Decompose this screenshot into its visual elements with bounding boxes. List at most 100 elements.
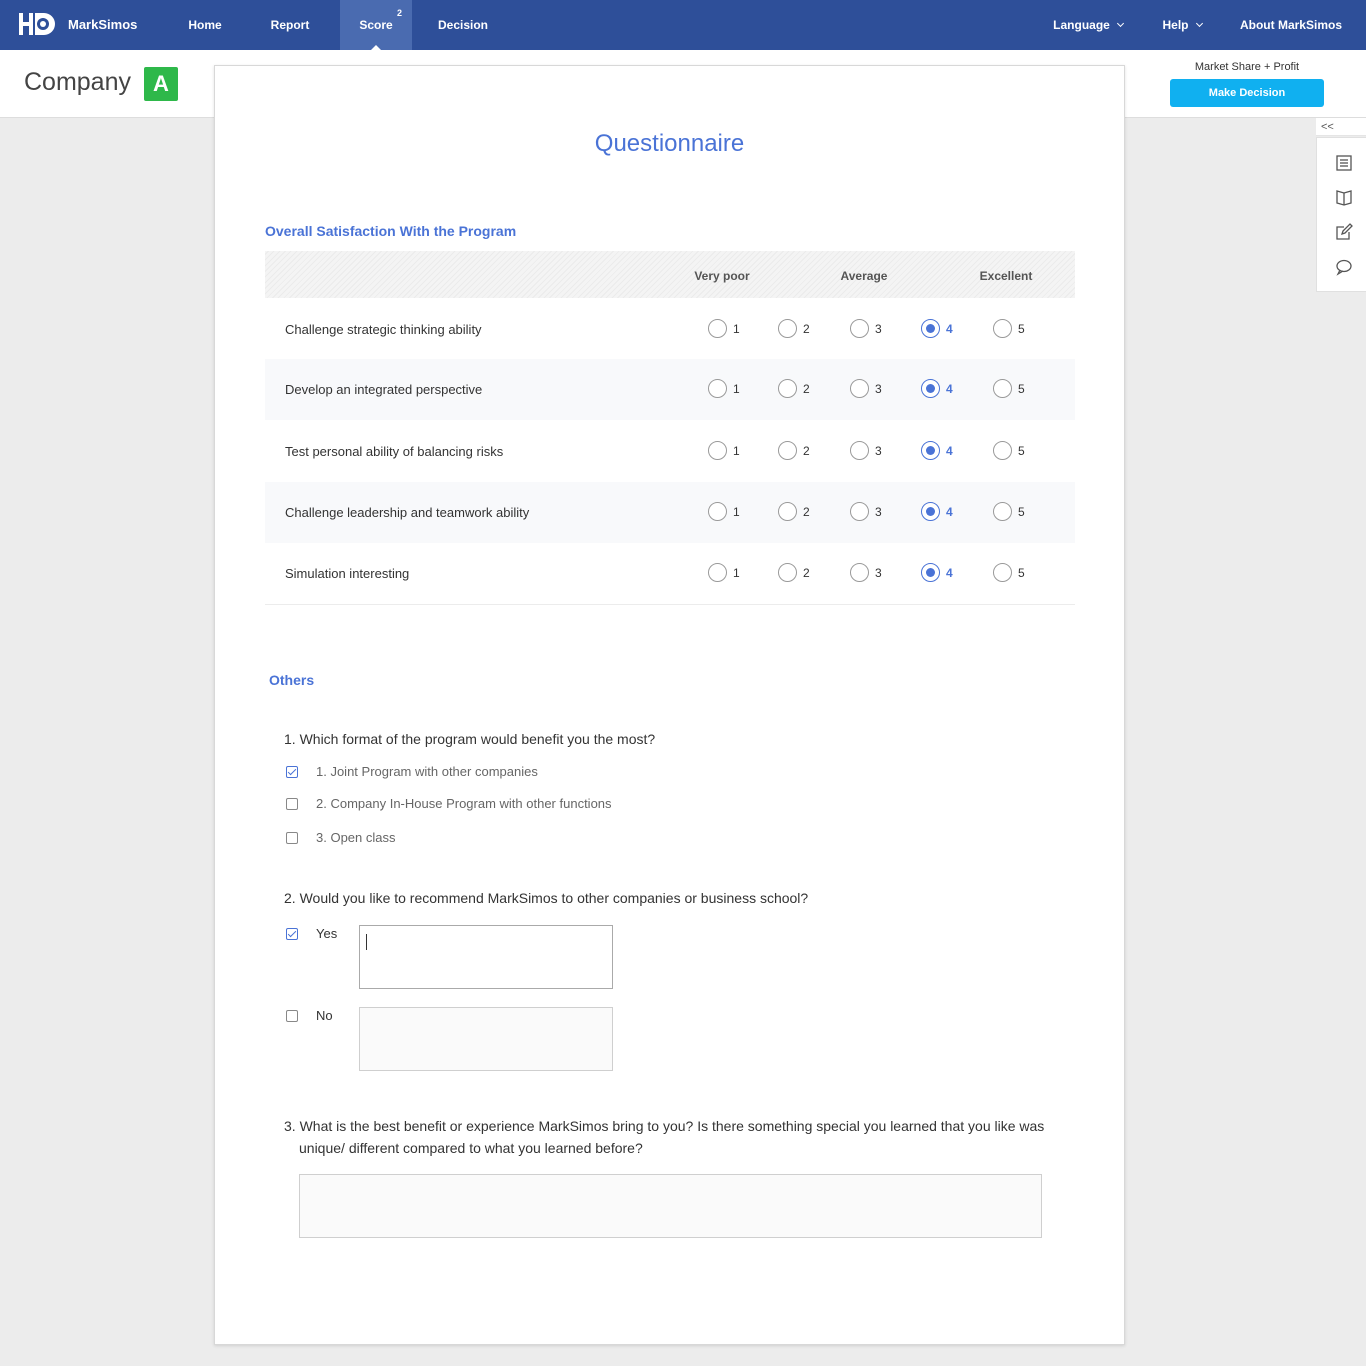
radio-circle-icon <box>850 379 869 398</box>
scale-label-low: Very poor <box>694 269 750 283</box>
rating-option-label: 2 <box>803 381 810 396</box>
rating-option-label: 3 <box>875 504 882 519</box>
scale-label-high: Excellent <box>979 269 1033 283</box>
rating-radio-4[interactable]: 4 <box>921 563 953 582</box>
rating-option-label: 1 <box>733 381 740 396</box>
top-nav-bar: MarkSimos Home Report Score 2 Decision L… <box>0 0 1366 51</box>
radio-circle-icon <box>778 441 797 460</box>
document-icon[interactable] <box>1335 154 1353 172</box>
checkbox[interactable] <box>286 797 298 810</box>
radio-circle-icon <box>708 563 727 582</box>
rating-option-label: 4 <box>946 321 953 336</box>
rating-radio-1[interactable]: 1 <box>708 379 740 398</box>
help-menu[interactable]: Help <box>1150 0 1214 50</box>
rating-question: Simulation interesting <box>285 566 410 581</box>
nav-report[interactable]: Report <box>254 0 326 50</box>
rating-radio-1[interactable]: 1 <box>708 502 740 521</box>
radio-circle-icon <box>708 502 727 521</box>
language-label: Language <box>1053 18 1110 32</box>
rating-option-label: 4 <box>946 443 953 458</box>
rating-radio-2[interactable]: 2 <box>778 563 810 582</box>
radio-circle-icon <box>850 319 869 338</box>
company-label: Company <box>24 68 131 96</box>
rating-row: Develop an integrated perspective 1 2 3 4 5 <box>265 359 1075 420</box>
q3-textarea[interactable] <box>299 1174 1042 1238</box>
company-badge: A <box>144 67 178 101</box>
brand-logo[interactable]: MarkSimos <box>18 11 137 37</box>
double-chevron-left-icon: << <box>1321 121 1334 133</box>
rating-radio-5[interactable]: 5 <box>993 563 1025 582</box>
checkbox[interactable] <box>286 927 298 940</box>
divider <box>265 604 1075 605</box>
q1-option-2[interactable]: 2. Company In-House Program with other f… <box>286 796 612 811</box>
make-decision-button[interactable]: Make Decision <box>1170 79 1324 107</box>
rating-row: Challenge strategic thinking ability 1 2 3 4… <box>265 299 1075 360</box>
rating-option-label: 4 <box>946 381 953 396</box>
radio-circle-icon <box>993 379 1012 398</box>
help-label: Help <box>1162 18 1189 32</box>
radio-circle-icon <box>921 441 940 460</box>
rating-radio-1[interactable]: 1 <box>708 563 740 582</box>
radio-circle-icon <box>921 379 940 398</box>
q2-yes-textarea[interactable] <box>359 925 613 989</box>
rating-option-label: 2 <box>803 565 810 580</box>
rating-radio-2[interactable]: 2 <box>778 441 810 460</box>
rating-radio-3[interactable]: 3 <box>850 441 882 460</box>
rating-radio-1[interactable]: 1 <box>708 319 740 338</box>
q1-option-3[interactable]: 3. Open class <box>286 830 396 845</box>
checkbox[interactable] <box>286 831 298 844</box>
question-2: 2. Would you like to recommend MarkSimos… <box>284 890 809 906</box>
rating-option-label: 4 <box>946 504 953 519</box>
rating-radio-5[interactable]: 5 <box>993 441 1025 460</box>
rating-option-label: 2 <box>803 321 810 336</box>
question-1: 1. Which format of the program would ben… <box>284 731 656 747</box>
rating-radio-5[interactable]: 5 <box>993 379 1025 398</box>
rating-radio-3[interactable]: 3 <box>850 563 882 582</box>
radio-circle-icon <box>993 502 1012 521</box>
book-icon[interactable] <box>1335 188 1353 206</box>
nav-score[interactable]: Score 2 <box>340 0 412 51</box>
q2-no-option[interactable]: No <box>286 1008 333 1023</box>
rating-row: Test personal ability of balancing risks… <box>265 421 1075 482</box>
rating-radio-4[interactable]: 4 <box>921 319 953 338</box>
rating-radio-2[interactable]: 2 <box>778 379 810 398</box>
checkbox[interactable] <box>286 765 298 778</box>
radio-circle-icon <box>850 441 869 460</box>
radio-circle-icon <box>850 502 869 521</box>
rating-radio-5[interactable]: 5 <box>993 319 1025 338</box>
rating-radio-1[interactable]: 1 <box>708 441 740 460</box>
text-caret <box>366 934 367 950</box>
rating-radio-4[interactable]: 4 <box>921 441 953 460</box>
rating-question: Develop an integrated perspective <box>285 382 483 397</box>
q1-option-1[interactable]: 1. Joint Program with other companies <box>286 764 538 779</box>
section-title-others: Others <box>269 672 315 688</box>
collapse-rail-button[interactable]: << <box>1316 118 1366 136</box>
rating-radio-3[interactable]: 3 <box>850 502 882 521</box>
comment-icon[interactable] <box>1335 258 1353 276</box>
rating-option-label: 3 <box>875 565 882 580</box>
rating-radio-4[interactable]: 4 <box>921 502 953 521</box>
rating-radio-3[interactable]: 3 <box>850 319 882 338</box>
rating-option-label: 5 <box>1018 504 1025 519</box>
radio-circle-icon <box>993 319 1012 338</box>
q2-yes-option[interactable]: Yes <box>286 926 337 941</box>
scale-label-mid: Average <box>840 269 888 283</box>
radio-circle-icon <box>921 319 940 338</box>
rating-radio-3[interactable]: 3 <box>850 379 882 398</box>
edit-icon[interactable] <box>1335 223 1353 241</box>
radio-circle-icon <box>850 563 869 582</box>
rating-row: Challenge leadership and teamwork abilit… <box>265 482 1075 543</box>
checkbox[interactable] <box>286 1009 298 1022</box>
rating-radio-5[interactable]: 5 <box>993 502 1025 521</box>
rating-option-label: 5 <box>1018 443 1025 458</box>
q2-no-textarea[interactable] <box>359 1007 613 1071</box>
rating-option-label: 1 <box>733 321 740 336</box>
nav-decision[interactable]: Decision <box>424 0 502 50</box>
rating-radio-4[interactable]: 4 <box>921 379 953 398</box>
about-link[interactable]: About MarkSimos <box>1228 0 1354 50</box>
nav-home[interactable]: Home <box>170 0 240 50</box>
rating-radio-2[interactable]: 2 <box>778 502 810 521</box>
question-3-line-1: 3. What is the best benefit or experienc… <box>284 1118 1045 1134</box>
language-menu[interactable]: Language <box>1040 0 1136 50</box>
rating-radio-2[interactable]: 2 <box>778 319 810 338</box>
